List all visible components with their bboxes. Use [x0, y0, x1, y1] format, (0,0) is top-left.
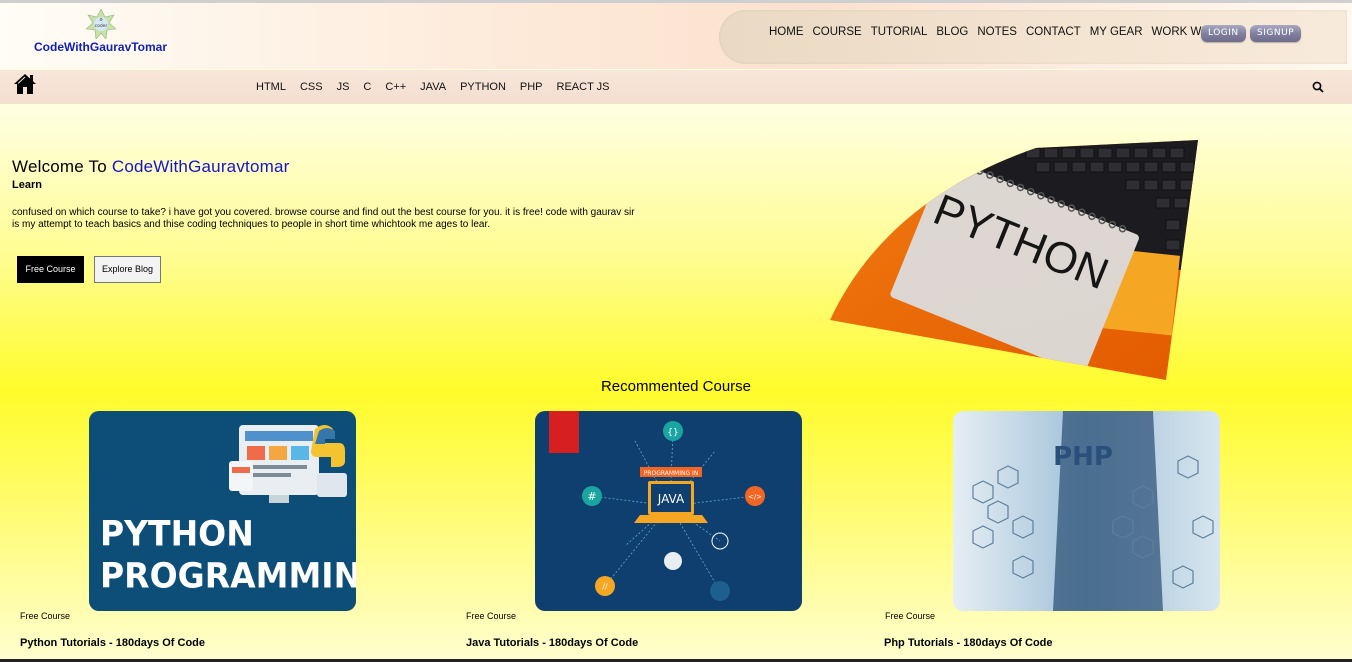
svg-text:</>: </> — [748, 493, 762, 501]
lang-python[interactable]: PYTHON — [460, 81, 506, 93]
lang-php[interactable]: PHP — [520, 81, 543, 93]
lang-html[interactable]: HTML — [256, 81, 286, 93]
nav-blog[interactable]: BLOG — [936, 26, 968, 38]
python-course-illustration: PYTHON PROGRAMMING — [89, 411, 356, 611]
hero-heading-prefix: Welcome To — [12, 157, 112, 176]
hero-python-image: PYTHON — [830, 140, 1198, 380]
svg-text:#: # — [587, 490, 596, 503]
java-card-word: JAVA — [657, 492, 685, 506]
recommended-title: Recommented Course — [600, 378, 752, 395]
python-card-line1: PYTHON — [100, 514, 254, 554]
course-card-java-title[interactable]: Java Tutorials - 180days Of Code — [466, 637, 638, 649]
page: ⚙ coder CodeWithGauravTomar HOME COURSE … — [0, 0, 1352, 662]
svg-text:{}: {} — [667, 428, 678, 438]
hero-brand: CodeWithGauravtomar — [111, 157, 290, 176]
signup-button[interactable]: SIGNUP — [1250, 25, 1302, 42]
lang-react-js[interactable]: REACT JS — [557, 81, 610, 93]
course-card-python-tag: Free Course — [20, 611, 71, 621]
home-icon[interactable] — [13, 73, 37, 95]
logo-text[interactable]: CodeWithGauravTomar — [34, 40, 167, 54]
php-card-word: PHP — [1053, 442, 1113, 472]
lang-js[interactable]: JS — [337, 81, 350, 93]
course-card-java-image[interactable]: # {} </> // PROGRAMMING IN JAVA — [535, 411, 802, 611]
nav-home[interactable]: HOME — [769, 26, 804, 38]
login-button[interactable]: LOGIN — [1201, 25, 1246, 42]
main-nav: HOME COURSE TUTORIAL BLOG NOTES CONTACT … — [769, 26, 1239, 38]
language-nav: HTML CSS JS C C++ JAVA PYTHON PHP REACT … — [256, 81, 624, 93]
free-course-button[interactable]: Free Course — [17, 256, 84, 283]
lang-c[interactable]: C — [363, 81, 371, 93]
nav-notes[interactable]: NOTES — [977, 26, 1017, 38]
java-card-banner: PROGRAMMING IN — [644, 470, 699, 477]
hero-subheading: Learn — [12, 179, 42, 191]
logo-badge-icon[interactable]: ⚙ coder — [86, 9, 116, 39]
hero-description: confused on which course to take? i have… — [12, 207, 635, 230]
python-card-line2: PROGRAMMING — [100, 556, 356, 596]
course-card-python-title[interactable]: Python Tutorials - 180days Of Code — [20, 637, 205, 649]
nav-my-gear[interactable]: MY GEAR — [1090, 26, 1143, 38]
svg-text:⚙: ⚙ — [99, 17, 103, 22]
nav-tutorial[interactable]: TUTORIAL — [871, 26, 928, 38]
logo-badge-text: coder — [95, 23, 108, 29]
explore-blog-button[interactable]: Explore Blog — [94, 256, 161, 283]
search-icon[interactable] — [1312, 81, 1324, 93]
course-card-java-tag: Free Course — [466, 611, 517, 621]
course-card-python-image[interactable]: PYTHON PROGRAMMING — [89, 411, 356, 611]
language-bar — [0, 70, 1352, 104]
course-card-php-tag: Free Course — [885, 611, 936, 621]
svg-text://: // — [602, 582, 608, 591]
nav-course[interactable]: COURSE — [813, 26, 862, 38]
nav-contact[interactable]: CONTACT — [1026, 26, 1081, 38]
lang-css[interactable]: CSS — [300, 81, 323, 93]
course-card-php-title[interactable]: Php Tutorials - 180days Of Code — [884, 637, 1053, 649]
course-card-php-image[interactable]: PHP — [953, 411, 1220, 611]
php-course-illustration: PHP — [953, 411, 1220, 611]
lang-java[interactable]: JAVA — [420, 81, 446, 93]
lang-cpp[interactable]: C++ — [385, 81, 406, 93]
hero-heading: Welcome To CodeWithGauravtomar — [12, 157, 290, 177]
java-course-illustration: # {} </> // PROGRAMMING IN JAVA — [535, 411, 802, 611]
